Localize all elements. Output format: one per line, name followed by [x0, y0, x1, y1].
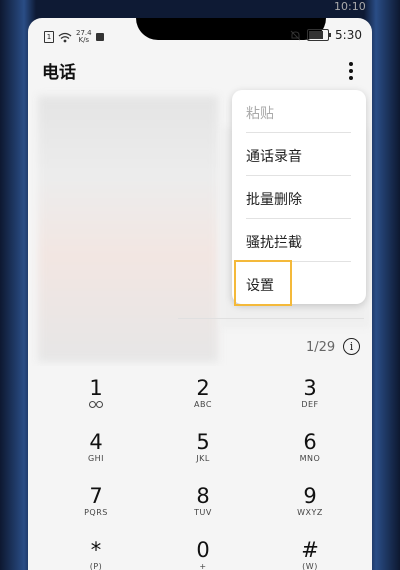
wifi-icon	[58, 32, 72, 42]
key-letters: MNO	[299, 454, 321, 463]
key-letters: TUV	[194, 508, 212, 517]
divider	[178, 318, 364, 319]
key-letters: (P)	[89, 562, 103, 570]
key-letters: GHI	[87, 454, 105, 463]
key-digit: 2	[196, 376, 210, 400]
key-hash[interactable]: # (W)	[260, 532, 360, 570]
settings-highlight-box	[234, 260, 292, 306]
voicemail-icon	[46, 400, 146, 410]
menu-item-call-recording[interactable]: 通话录音	[232, 133, 366, 176]
menu-item-label: 骚扰拦截	[246, 235, 302, 251]
menu-item-paste[interactable]: 粘贴	[232, 90, 366, 133]
status-time: 5:30	[335, 28, 362, 42]
key-digit: 9	[303, 484, 317, 508]
menu-item-label: 通话录音	[246, 149, 302, 165]
key-4[interactable]: 4 GHI	[46, 424, 146, 478]
key-letters: DEF	[301, 400, 319, 409]
key-8[interactable]: 8 TUV	[153, 478, 253, 532]
key-digit: 1	[89, 376, 103, 400]
key-digit: 8	[196, 484, 210, 508]
mute-icon	[290, 30, 301, 40]
key-1[interactable]: 1	[46, 370, 146, 424]
key-letters: JKL	[196, 454, 210, 463]
more-options-icon[interactable]	[346, 62, 356, 80]
key-letters: +	[199, 562, 207, 570]
key-5[interactable]: 5 JKL	[153, 424, 253, 478]
key-digit: 0	[196, 538, 210, 562]
menu-item-harassment-block[interactable]: 骚扰拦截	[232, 219, 366, 262]
key-digit: 4	[89, 430, 103, 454]
key-digit: 7	[89, 484, 103, 508]
key-2[interactable]: 2 ABC	[153, 370, 253, 424]
menu-item-label: 粘贴	[246, 106, 274, 122]
key-digit: 3	[303, 376, 317, 400]
menu-item-batch-delete[interactable]: 批量删除	[232, 176, 366, 219]
key-digit: *	[90, 538, 102, 562]
media-icon	[95, 33, 104, 41]
status-bar: 1 27.4 K/s 5:30	[28, 18, 372, 50]
key-star[interactable]: * (P)	[46, 532, 146, 570]
network-speed: 27.4 K/s	[76, 30, 92, 44]
key-digit: 6	[303, 430, 317, 454]
app-title: 电话	[42, 63, 76, 83]
menu-item-label: 批量删除	[246, 192, 302, 208]
page-indicator: 1/29	[306, 340, 336, 355]
key-3[interactable]: 3 DEF	[260, 370, 360, 424]
info-icon[interactable]: i	[343, 338, 360, 355]
sim-icon: 1	[44, 31, 54, 43]
key-6[interactable]: 6 MNO	[260, 424, 360, 478]
speed-unit: K/s	[78, 36, 90, 44]
key-letters: ABC	[194, 400, 212, 409]
blurred-call-log	[38, 96, 218, 362]
key-digit: #	[301, 538, 319, 562]
battery-icon	[307, 29, 332, 41]
outer-status-time: 10:10	[334, 0, 366, 13]
dial-pad: 1 2 ABC 3 DEF 4 GHI 5 JKL 6 MNO 7 PQRS 8	[28, 366, 372, 570]
key-7[interactable]: 7 PQRS	[46, 478, 146, 532]
key-letters: (W)	[302, 562, 318, 570]
phone-screen: 1 27.4 K/s 5:30 电话 粘贴 通话录音 批量删除 骚扰拦截 设置 …	[28, 18, 372, 570]
key-letters: PQRS	[84, 508, 108, 517]
key-0[interactable]: 0 +	[153, 532, 253, 570]
key-digit: 5	[196, 430, 210, 454]
key-letters: WXYZ	[297, 508, 323, 517]
key-9[interactable]: 9 WXYZ	[260, 478, 360, 532]
